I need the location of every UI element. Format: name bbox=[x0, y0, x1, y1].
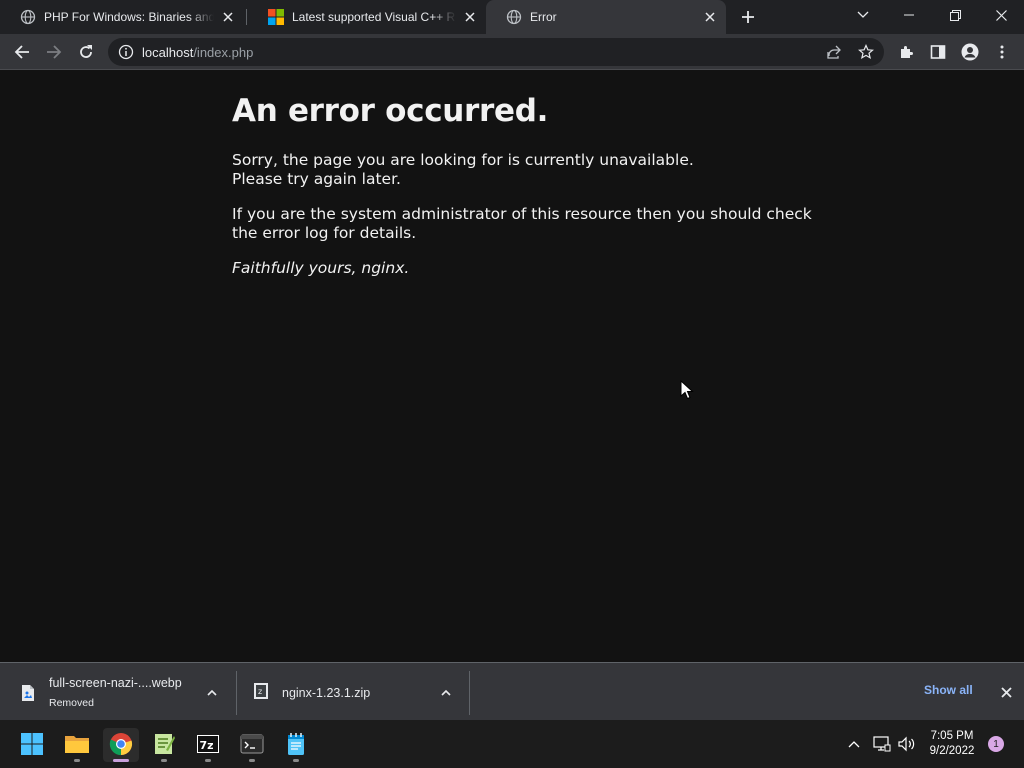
url-text: localhost/index.php bbox=[142, 45, 253, 60]
tab-visual-cpp[interactable]: Latest supported Visual C++ Redistributa… bbox=[248, 0, 486, 34]
running-indicator bbox=[205, 759, 211, 762]
network-icon[interactable] bbox=[872, 734, 892, 754]
globe-icon bbox=[20, 9, 36, 25]
running-indicator bbox=[293, 759, 299, 762]
notepad-icon bbox=[288, 733, 304, 755]
url-path: /index.php bbox=[193, 45, 254, 60]
forward-button[interactable] bbox=[40, 38, 68, 66]
tab-search-button[interactable] bbox=[840, 0, 886, 30]
error-page-content: An error occurred. Sorry, the page you a… bbox=[232, 93, 812, 294]
chevron-up-icon[interactable] bbox=[438, 684, 454, 700]
tab-title: Latest supported Visual C++ Redistributa… bbox=[292, 10, 456, 24]
start-icon bbox=[21, 733, 43, 755]
chrome-icon bbox=[109, 733, 133, 756]
taskbar-notepad[interactable] bbox=[278, 728, 314, 762]
address-bar[interactable]: localhost/index.php bbox=[108, 38, 884, 66]
profile-avatar-icon[interactable] bbox=[956, 38, 984, 66]
running-indicator bbox=[74, 759, 80, 762]
tab-php-windows[interactable]: PHP For Windows: Binaries and sources Re… bbox=[0, 0, 244, 34]
restore-button[interactable] bbox=[932, 0, 978, 30]
close-tab-icon[interactable] bbox=[702, 9, 718, 25]
back-button[interactable] bbox=[8, 38, 36, 66]
browser-toolbar: localhost/index.php bbox=[0, 34, 1024, 70]
download-filename: nginx-1.23.1.zip bbox=[282, 686, 371, 700]
show-all-button[interactable]: Show all bbox=[924, 683, 973, 697]
new-tab-button[interactable] bbox=[736, 6, 760, 28]
taskbar-chrome[interactable] bbox=[103, 728, 139, 762]
bookmark-star-icon[interactable] bbox=[852, 38, 880, 66]
close-tab-icon[interactable] bbox=[220, 9, 236, 25]
notification-badge[interactable]: 1 bbox=[988, 736, 1004, 752]
taskbar-7zip[interactable]: 7z bbox=[190, 728, 226, 762]
running-indicator bbox=[161, 759, 167, 762]
tab-error-active[interactable]: Error bbox=[486, 0, 726, 34]
download-separator bbox=[469, 671, 470, 715]
close-tab-icon[interactable] bbox=[462, 9, 478, 25]
notepad-plus-plus-icon bbox=[155, 734, 175, 754]
side-panel-icon[interactable] bbox=[924, 38, 952, 66]
unavailable-line-2: Please try again later. bbox=[232, 170, 401, 188]
show-hidden-icons-chevron-icon[interactable] bbox=[844, 734, 864, 754]
tab-title: Error bbox=[530, 10, 557, 24]
close-download-bar-icon[interactable] bbox=[997, 683, 1015, 701]
svg-text:7z: 7z bbox=[200, 739, 214, 752]
file-explorer-icon bbox=[65, 736, 89, 753]
running-indicator bbox=[249, 759, 255, 762]
system-clock[interactable]: 7:05 PM 9/2/2022 bbox=[920, 729, 984, 759]
unavailable-line-1: Sorry, the page you are looking for is c… bbox=[232, 151, 694, 169]
close-window-button[interactable] bbox=[978, 0, 1024, 30]
taskbar-file-explorer[interactable] bbox=[59, 728, 95, 762]
globe-icon bbox=[506, 9, 522, 25]
tab-title: PHP For Windows: Binaries and sources Re… bbox=[44, 10, 214, 24]
reload-button[interactable] bbox=[72, 38, 100, 66]
unavailable-message: Sorry, the page you are looking for is c… bbox=[232, 151, 812, 189]
page-viewport: An error occurred. Sorry, the page you a… bbox=[0, 71, 1024, 662]
download-status: Removed bbox=[49, 697, 94, 709]
volume-icon[interactable] bbox=[897, 734, 917, 754]
signature: Faithfully yours, nginx. bbox=[232, 259, 410, 277]
taskbar-terminal[interactable] bbox=[234, 728, 270, 762]
tab-strip: PHP For Windows: Binaries and sources Re… bbox=[0, 0, 1024, 34]
clock-time: 7:05 PM bbox=[930, 730, 974, 742]
tab-separator bbox=[246, 9, 247, 25]
minimize-button[interactable] bbox=[886, 0, 932, 30]
download-filename: full-screen-nazi-....webp bbox=[49, 676, 182, 690]
zip-archive-icon: z bbox=[254, 683, 268, 699]
url-host: localhost bbox=[142, 45, 194, 60]
share-icon[interactable] bbox=[820, 38, 848, 66]
more-menu-icon[interactable] bbox=[988, 38, 1016, 66]
7zip-icon: 7z bbox=[197, 735, 219, 753]
download-item[interactable]: z nginx-1.23.1.zip bbox=[237, 663, 469, 721]
running-indicator bbox=[113, 759, 129, 762]
site-info-icon[interactable] bbox=[118, 44, 134, 60]
download-bar: full-screen-nazi-....webp Removed z ngin… bbox=[0, 662, 1024, 720]
microsoft-logo-icon bbox=[268, 9, 284, 25]
taskbar-notepad-plus-plus[interactable] bbox=[146, 728, 182, 762]
file-image-icon bbox=[22, 685, 34, 701]
mouse-pointer-icon bbox=[680, 380, 694, 400]
extensions-icon[interactable] bbox=[892, 38, 920, 66]
windows-taskbar: 7z 7:05 PM 9/2/2022 1 bbox=[0, 720, 1024, 768]
download-item[interactable]: full-screen-nazi-....webp Removed bbox=[0, 663, 236, 721]
terminal-icon bbox=[240, 734, 264, 754]
start-button[interactable] bbox=[14, 728, 50, 762]
clock-date: 9/2/2022 bbox=[929, 745, 975, 757]
admin-message: If you are the system administrator of t… bbox=[232, 205, 812, 242]
chevron-up-icon[interactable] bbox=[204, 684, 220, 700]
svg-text:z: z bbox=[258, 687, 262, 696]
page-heading: An error occurred. bbox=[232, 93, 549, 129]
